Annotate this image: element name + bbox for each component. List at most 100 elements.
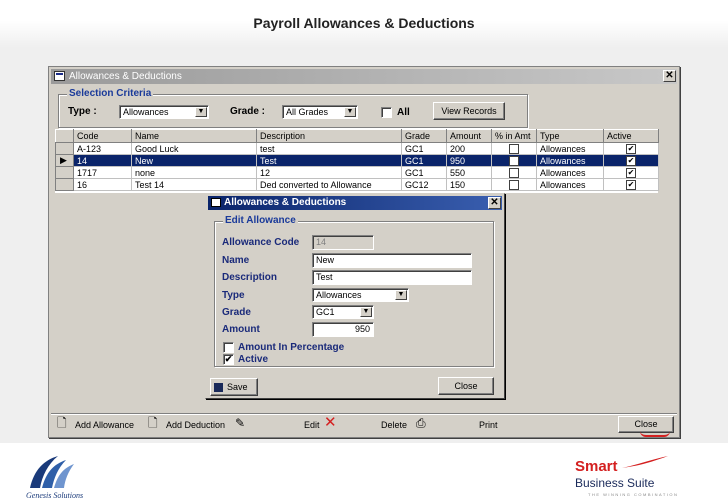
cell-pct: [491, 154, 537, 167]
column-header[interactable]: Active: [603, 129, 659, 143]
cell-description: Ded converted to Allowance: [256, 178, 402, 191]
type-select[interactable]: Allowances ▼: [119, 105, 209, 119]
cell-amount: 950: [446, 154, 492, 167]
table-row[interactable]: 16 Test 14 Ded converted to Allowance GC…: [55, 178, 659, 191]
cell-grade: GC12: [401, 178, 447, 191]
dialog-grade-value: GC1: [316, 307, 335, 317]
cell-pct: [491, 178, 537, 191]
name-field[interactable]: New: [312, 253, 472, 268]
column-header[interactable]: Amount: [446, 129, 492, 143]
records-grid[interactable]: Code Name Description Grade Amount % in …: [55, 129, 659, 193]
row-indicator: [55, 178, 74, 191]
cell-code: 16: [73, 178, 132, 191]
brand-swoosh-icon: [622, 456, 668, 468]
table-row-selected[interactable]: ▶ 14 New Test GC1 950 Allowances ✔: [55, 154, 659, 167]
active-label: Active: [238, 354, 269, 365]
active-checkbox[interactable]: ✔: [626, 167, 636, 178]
table-row[interactable]: 1717 none 12 GC1 550 Allowances ✔: [55, 166, 659, 179]
cell-code: 1717: [73, 166, 132, 179]
add-allowance-button[interactable]: Add Allowance: [75, 416, 134, 434]
cell-pct: [491, 166, 537, 179]
column-header[interactable]: Description: [256, 129, 402, 143]
table-row[interactable]: A-123 Good Luck test GC1 200 Allowances …: [55, 142, 659, 155]
chevron-down-icon[interactable]: ▼: [395, 290, 407, 300]
cell-name: Good Luck: [131, 142, 257, 155]
column-header[interactable]: Name: [131, 129, 257, 143]
dialog-titlebar[interactable]: Allowances & Deductions ✕: [208, 196, 502, 210]
amount-field[interactable]: 950: [312, 322, 374, 337]
pct-checkbox[interactable]: [509, 167, 519, 178]
edit-button[interactable]: Edit: [304, 416, 320, 434]
cell-description: Test: [256, 154, 402, 167]
delete-x-icon: ✕: [324, 414, 337, 431]
cell-name: New: [131, 154, 257, 167]
view-records-button[interactable]: View Records: [433, 102, 505, 120]
window-close-button[interactable]: ✕: [663, 70, 676, 82]
cell-code: 14: [73, 154, 132, 167]
amount-label: Amount: [222, 324, 260, 335]
main-window-titlebar[interactable]: Allowances & Deductions ✕: [51, 69, 677, 84]
cell-grade: GC1: [401, 154, 447, 167]
pct-checkbox[interactable]: [509, 155, 519, 166]
dialog-close-button[interactable]: ✕: [488, 197, 501, 209]
all-grades-checkbox[interactable]: [381, 107, 392, 118]
grade-select-value: All Grades: [286, 107, 329, 117]
records-table: Code Name Description Grade Amount % in …: [55, 129, 659, 191]
floppy-disk-icon: [214, 383, 223, 393]
app-icon: [54, 71, 65, 81]
description-field[interactable]: Test: [312, 270, 472, 285]
type-label: Type: [222, 290, 245, 301]
printer-icon: ⎙: [416, 416, 426, 430]
edit-allowance-dialog: Allowances & Deductions ✕ Edit Allowance…: [205, 193, 505, 399]
dialog-grade-select[interactable]: GC1 ▼: [312, 305, 374, 319]
description-label: Description: [222, 272, 278, 283]
type-select-value: Allowances: [123, 107, 169, 117]
print-button[interactable]: Print: [479, 416, 498, 434]
amount-in-percentage-checkbox[interactable]: [223, 342, 234, 353]
dialog-title: Allowances & Deductions: [224, 197, 347, 208]
cell-active: ✔: [603, 166, 659, 179]
name-label: Name: [222, 255, 250, 266]
dialog-type-select[interactable]: Allowances ▼: [312, 288, 409, 302]
new-page-icon: 🗋: [148, 416, 158, 430]
column-header[interactable]: Grade: [401, 129, 447, 143]
cell-description: 12: [256, 166, 402, 179]
allowance-code-label: Allowance Code: [222, 237, 300, 248]
cell-name: Test 14: [131, 178, 257, 191]
dialog-close-action-button[interactable]: Close: [438, 377, 494, 395]
active-checkbox[interactable]: ✔: [626, 155, 636, 166]
allowance-code-field: 14: [312, 235, 374, 250]
column-header[interactable]: % in Amt: [491, 129, 537, 143]
row-indicator: [55, 142, 74, 155]
grade-select[interactable]: All Grades ▼: [282, 105, 358, 119]
column-header[interactable]: Code: [73, 129, 132, 143]
cell-type: Allowances: [536, 154, 604, 167]
type-label: Type :: [68, 106, 97, 117]
cell-grade: GC1: [401, 142, 447, 155]
delete-button[interactable]: Delete: [381, 416, 407, 434]
chevron-down-icon[interactable]: ▼: [360, 307, 372, 317]
pct-checkbox[interactable]: [509, 143, 519, 154]
chevron-down-icon[interactable]: ▼: [195, 107, 207, 117]
cell-grade: GC1: [401, 166, 447, 179]
cell-amount: 200: [446, 142, 492, 155]
save-button-label: Save: [227, 382, 248, 392]
save-button[interactable]: Save: [210, 378, 258, 396]
active-checkbox[interactable]: ✔: [626, 179, 636, 190]
row-indicator: ▶: [55, 154, 74, 167]
genesis-solutions-text: Genesis Solutions: [26, 491, 84, 500]
amount-in-percentage-label: Amount In Percentage: [238, 342, 345, 353]
row-indicator: [55, 166, 74, 179]
cell-active: ✔: [603, 178, 659, 191]
app-icon: [211, 198, 221, 207]
main-window-title: Allowances & Deductions: [69, 71, 182, 82]
chevron-down-icon[interactable]: ▼: [344, 107, 356, 117]
active-checkbox[interactable]: ✔: [223, 354, 234, 365]
edit-icon: ✎: [235, 416, 246, 430]
active-checkbox[interactable]: ✔: [626, 143, 636, 154]
slide-title: Payroll Allowances & Deductions: [253, 15, 475, 31]
column-header[interactable]: Type: [536, 129, 604, 143]
add-deduction-button[interactable]: Add Deduction: [166, 416, 225, 434]
pct-checkbox[interactable]: [509, 179, 519, 190]
cell-active: ✔: [603, 142, 659, 155]
